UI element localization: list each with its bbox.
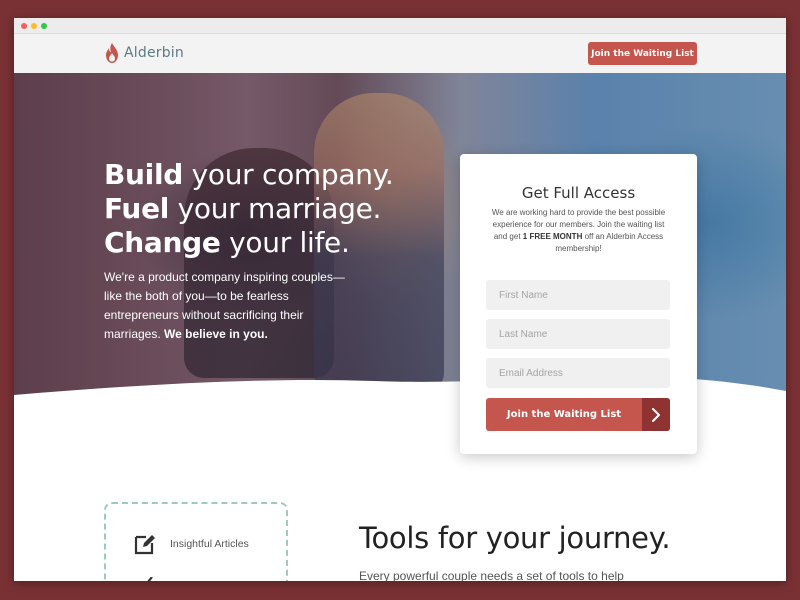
feature-icon-partial <box>147 577 153 581</box>
browser-window: Alderbin Join the Waiting List Build you… <box>14 18 786 581</box>
maximize-window-button[interactable] <box>41 23 47 29</box>
minimize-window-button[interactable] <box>31 23 37 29</box>
close-window-button[interactable] <box>21 23 27 29</box>
first-name-input[interactable] <box>486 280 670 310</box>
join-waiting-list-label: Join the Waiting List <box>506 409 622 420</box>
hero-headline: Build your company. Fuel your marriage. … <box>104 158 394 260</box>
hero-subtext: We're a product company inspiring couple… <box>104 270 345 341</box>
signup-description: We are working hard to provide the best … <box>491 208 666 253</box>
feature-item-articles[interactable]: Insightful Articles <box>133 532 249 556</box>
tools-subheading: Every powerful couple needs a set of too… <box>359 569 624 581</box>
feature-label: Insightful Articles <box>170 538 249 550</box>
signup-title: Get Full Access <box>521 184 636 202</box>
hero-subtext-emphasis: We believe in you. <box>164 327 268 341</box>
logo-text: Alderbin <box>124 45 184 61</box>
join-waiting-list-button[interactable]: Join the Waiting List <box>486 398 670 431</box>
logo[interactable]: Alderbin <box>104 42 184 64</box>
edit-icon <box>134 535 155 555</box>
last-name-input[interactable] <box>486 319 670 349</box>
headline-line-3: Change your life. <box>104 226 350 259</box>
join-waiting-list-nav-button[interactable]: Join the Waiting List <box>588 42 697 65</box>
flame-logo-icon <box>106 43 118 63</box>
window-titlebar <box>14 18 786 34</box>
headline-line-1: Build your company. <box>104 158 394 191</box>
site-header: Alderbin Join the Waiting List <box>14 34 786 73</box>
email-input[interactable] <box>486 358 670 388</box>
headline-line-2: Fuel your marriage. <box>104 192 382 225</box>
chevron-right-icon <box>642 398 670 431</box>
tools-heading: Tools for your journey. <box>359 521 671 555</box>
signup-card: Get Full Access We are working hard to p… <box>460 154 697 454</box>
features-box: Insightful Articles <box>104 502 288 581</box>
